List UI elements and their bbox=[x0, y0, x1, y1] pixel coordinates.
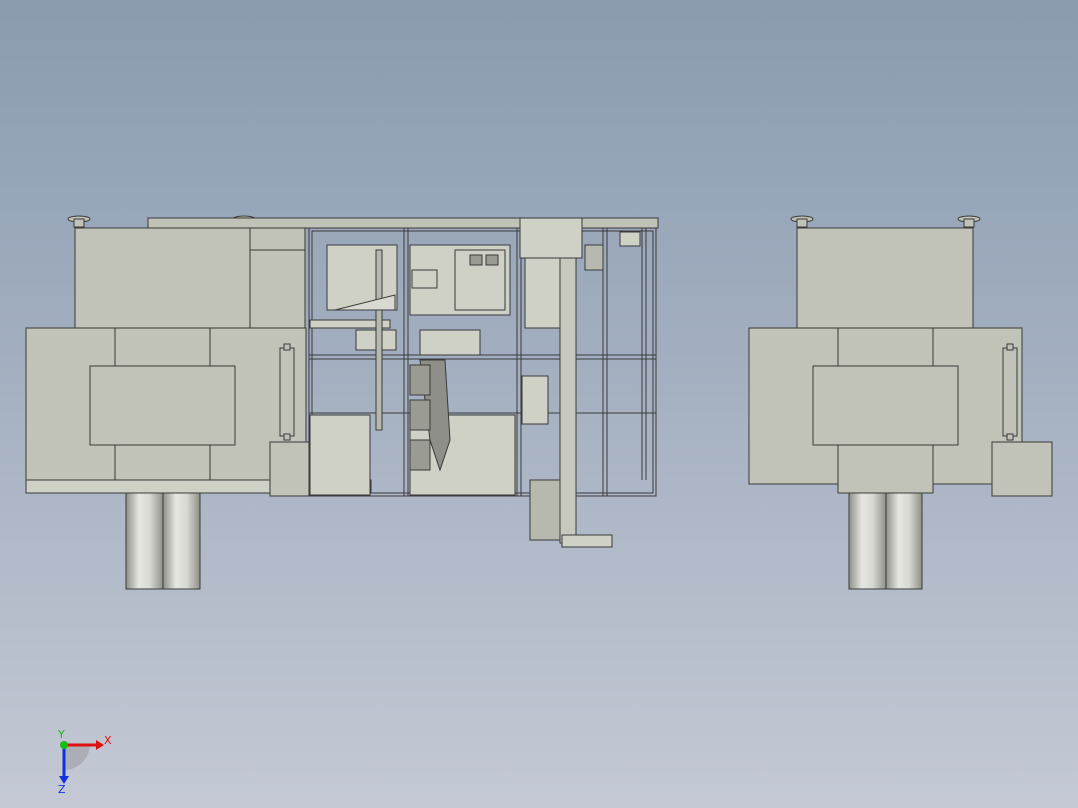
leveling-foot-right-a bbox=[790, 215, 814, 228]
right-cylinder-pair bbox=[848, 492, 923, 590]
leveling-foot-right-b bbox=[957, 215, 981, 228]
main-body-upper-center bbox=[114, 327, 211, 367]
leveling-foot-left bbox=[67, 215, 91, 228]
cad-viewport[interactable]: X Y Z bbox=[0, 0, 1078, 808]
upper-housing bbox=[74, 227, 251, 331]
upper-side-panel bbox=[249, 249, 306, 331]
right-body-front-panel bbox=[812, 365, 959, 446]
secondary-unit-assembly[interactable] bbox=[748, 215, 1053, 590]
upper-side-block bbox=[249, 227, 306, 251]
right-junction-box bbox=[991, 441, 1053, 497]
axis-z-label: Z bbox=[58, 783, 66, 796]
coordinate-triad-icon: X Y Z bbox=[57, 728, 112, 796]
right-body-lower-center bbox=[837, 444, 934, 494]
right-side-handle bbox=[1002, 347, 1018, 437]
main-body-front-panel bbox=[89, 365, 236, 446]
axis-y-label: Y bbox=[57, 728, 65, 741]
axis-x-label: X bbox=[104, 734, 112, 747]
right-body-upper-center bbox=[837, 327, 934, 367]
cylinder-pair bbox=[125, 492, 201, 590]
main-machine-assembly[interactable] bbox=[25, 215, 659, 590]
side-handle bbox=[279, 347, 295, 437]
right-upper-housing bbox=[796, 227, 974, 331]
internal-mechanism bbox=[309, 217, 641, 548]
